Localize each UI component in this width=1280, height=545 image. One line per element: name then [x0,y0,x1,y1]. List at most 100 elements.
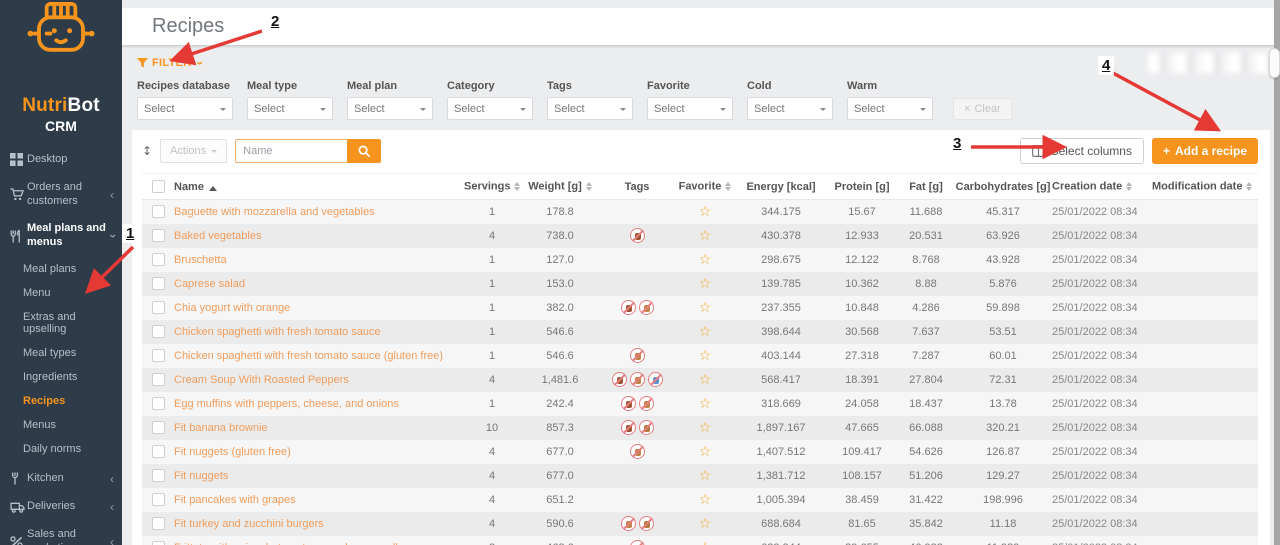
row-checkbox[interactable] [152,205,165,218]
sidebar-item-orders-and-customers[interactable]: Orders and customers ‹ [0,174,122,216]
row-checkbox[interactable] [152,325,165,338]
servings-cell: 4 [464,488,520,512]
weight-cell: 463.6 [520,536,600,545]
row-checkbox[interactable] [152,229,165,242]
favorite-star-icon[interactable]: ☆ [699,348,712,364]
filter-select[interactable]: Select [247,97,333,120]
recipe-name-link[interactable]: Baguette with mozzarella and vegetables [174,200,464,224]
favorite-star-icon[interactable]: ☆ [699,372,712,388]
sidebar-subitem-menus[interactable]: Menus [0,413,122,437]
column-header-weight-g-[interactable]: Weight [g] [520,174,600,200]
favorite-star-icon[interactable]: ☆ [699,324,712,340]
add-recipe-button[interactable]: +Add a recipe [1152,138,1258,164]
column-header-tags[interactable]: Tags [600,174,674,200]
sidebar-subitem-daily-norms[interactable]: Daily norms [0,437,122,461]
favorite-star-icon[interactable]: ☆ [699,468,712,484]
recipe-name-link[interactable]: Caprese salad [174,272,464,296]
clear-filter-button[interactable]: ×Clear [953,98,1012,120]
row-checkbox[interactable] [152,421,165,434]
filter-select[interactable]: Select [547,97,633,120]
sidebar-subitem-ingredients[interactable]: Ingredients [0,365,122,389]
filter-select[interactable]: Select [847,97,933,120]
row-checkbox[interactable] [152,445,165,458]
sort-direction-icon[interactable]: ↕ [142,144,152,158]
recipe-name-link[interactable]: Fit nuggets (gluten free) [174,440,464,464]
sidebar-subitem-meal-types[interactable]: Meal types [0,341,122,365]
row-checkbox[interactable] [152,301,165,314]
favorite-star-icon[interactable]: ☆ [699,540,712,545]
no-sugar-tag-icon [639,516,654,531]
select-all-checkbox[interactable] [152,180,165,193]
scrollbar-track[interactable] [1274,0,1280,545]
row-checkbox[interactable] [152,253,165,266]
sidebar-item-meal-plans-and-menus[interactable]: Meal plans and menus ‹ [0,215,122,257]
sidebar-subitem-extras-and-upselling[interactable]: Extras and upselling [0,305,122,341]
actions-button[interactable]: Actions [160,139,227,163]
favorite-star-icon[interactable]: ☆ [699,444,712,460]
servings-cell: 10 [464,416,520,440]
search-button[interactable] [347,139,381,163]
recipe-name-link[interactable]: Fit pancakes with grapes [174,488,464,512]
column-header-carbohydrates-g-[interactable]: Carbohydrates [g] [954,174,1052,200]
recipe-name-link[interactable]: Fit nuggets [174,464,464,488]
recipe-name-link[interactable]: Frittata with spinach, tomatoes, and moz… [174,536,464,545]
scrollbar-thumb[interactable] [1269,48,1280,78]
row-checkbox[interactable] [152,469,165,482]
favorite-star-icon[interactable]: ☆ [699,252,712,268]
creation-date-cell: 25/01/2022 08:34 [1052,296,1152,320]
favorite-star-icon[interactable]: ☆ [699,300,712,316]
favorite-star-icon[interactable]: ☆ [699,276,712,292]
sidebar-item-deliveries[interactable]: Deliveries ‹ [0,493,122,521]
favorite-star-icon[interactable]: ☆ [699,492,712,508]
favorite-star-icon[interactable]: ☆ [699,396,712,412]
recipe-name-link[interactable]: Bruschetta [174,248,464,272]
column-header-favorite[interactable]: Favorite [674,174,736,200]
filter-select[interactable]: Select [347,97,433,120]
row-checkbox[interactable] [152,349,165,362]
column-header-energy-kcal-[interactable]: Energy [kcal] [736,174,826,200]
row-checkbox[interactable] [152,541,165,545]
row-checkbox[interactable] [152,277,165,290]
sidebar-subitem-meal-plans[interactable]: Meal plans [0,257,122,281]
recipe-name-link[interactable]: Cream Soup With Roasted Peppers [174,368,464,392]
favorite-star-icon[interactable]: ☆ [699,228,712,244]
recipe-name-link[interactable]: Chia yogurt with orange [174,296,464,320]
filter-select[interactable]: Select [747,97,833,120]
recipe-name-link[interactable]: Egg muffins with peppers, cheese, and on… [174,392,464,416]
recipe-name-link[interactable]: Chicken spaghetti with fresh tomato sauc… [174,344,464,368]
column-header-modification-date[interactable]: Modification date [1152,174,1258,200]
column-header-servings[interactable]: Servings [464,174,520,200]
column-header-creation-date[interactable]: Creation date [1052,174,1152,200]
no-gluten-tag-icon [630,444,645,459]
row-checkbox[interactable] [152,493,165,506]
favorite-star-icon[interactable]: ☆ [699,516,712,532]
sidebar-subitem-menu[interactable]: Menu [0,281,122,305]
row-checkbox[interactable] [152,373,165,386]
favorite-star-icon[interactable]: ☆ [699,420,712,436]
energy-cell: 568.417 [736,368,826,392]
filter-select[interactable]: Select [137,97,233,120]
recipe-name-link[interactable]: Fit turkey and zucchini burgers [174,512,464,536]
weight-cell: 590.6 [520,512,600,536]
fat-cell: 8.768 [898,248,954,272]
sidebar-item-sales-and-marketing[interactable]: Sales and marketing ‹ [0,521,122,545]
column-header-name[interactable]: Name [174,174,464,200]
sidebar-item-desktop[interactable]: Desktop [0,146,122,174]
recipe-name-link[interactable]: Fit banana brownie [174,416,464,440]
filter-select[interactable]: Select [647,97,733,120]
recipe-name-link[interactable]: Chicken spaghetti with fresh tomato sauc… [174,320,464,344]
search-input[interactable] [235,139,347,163]
filter-select[interactable]: Select [447,97,533,120]
select-columns-button[interactable]: Select columns [1020,138,1144,164]
row-checkbox[interactable] [152,397,165,410]
sidebar-subitem-recipes[interactable]: Recipes [0,389,122,413]
servings-cell: 2 [464,536,520,545]
column-header-protein-g-[interactable]: Protein [g] [826,174,898,200]
row-checkbox[interactable] [152,517,165,530]
creation-date-cell: 25/01/2022 08:34 [1052,368,1152,392]
filter-field-favorite: Favorite Select [647,80,733,120]
sidebar-item-kitchen[interactable]: Kitchen ‹ [0,465,122,493]
recipe-name-link[interactable]: Baked vegetables [174,224,464,248]
favorite-star-icon[interactable]: ☆ [699,204,712,220]
column-header-fat-g-[interactable]: Fat [g] [898,174,954,200]
